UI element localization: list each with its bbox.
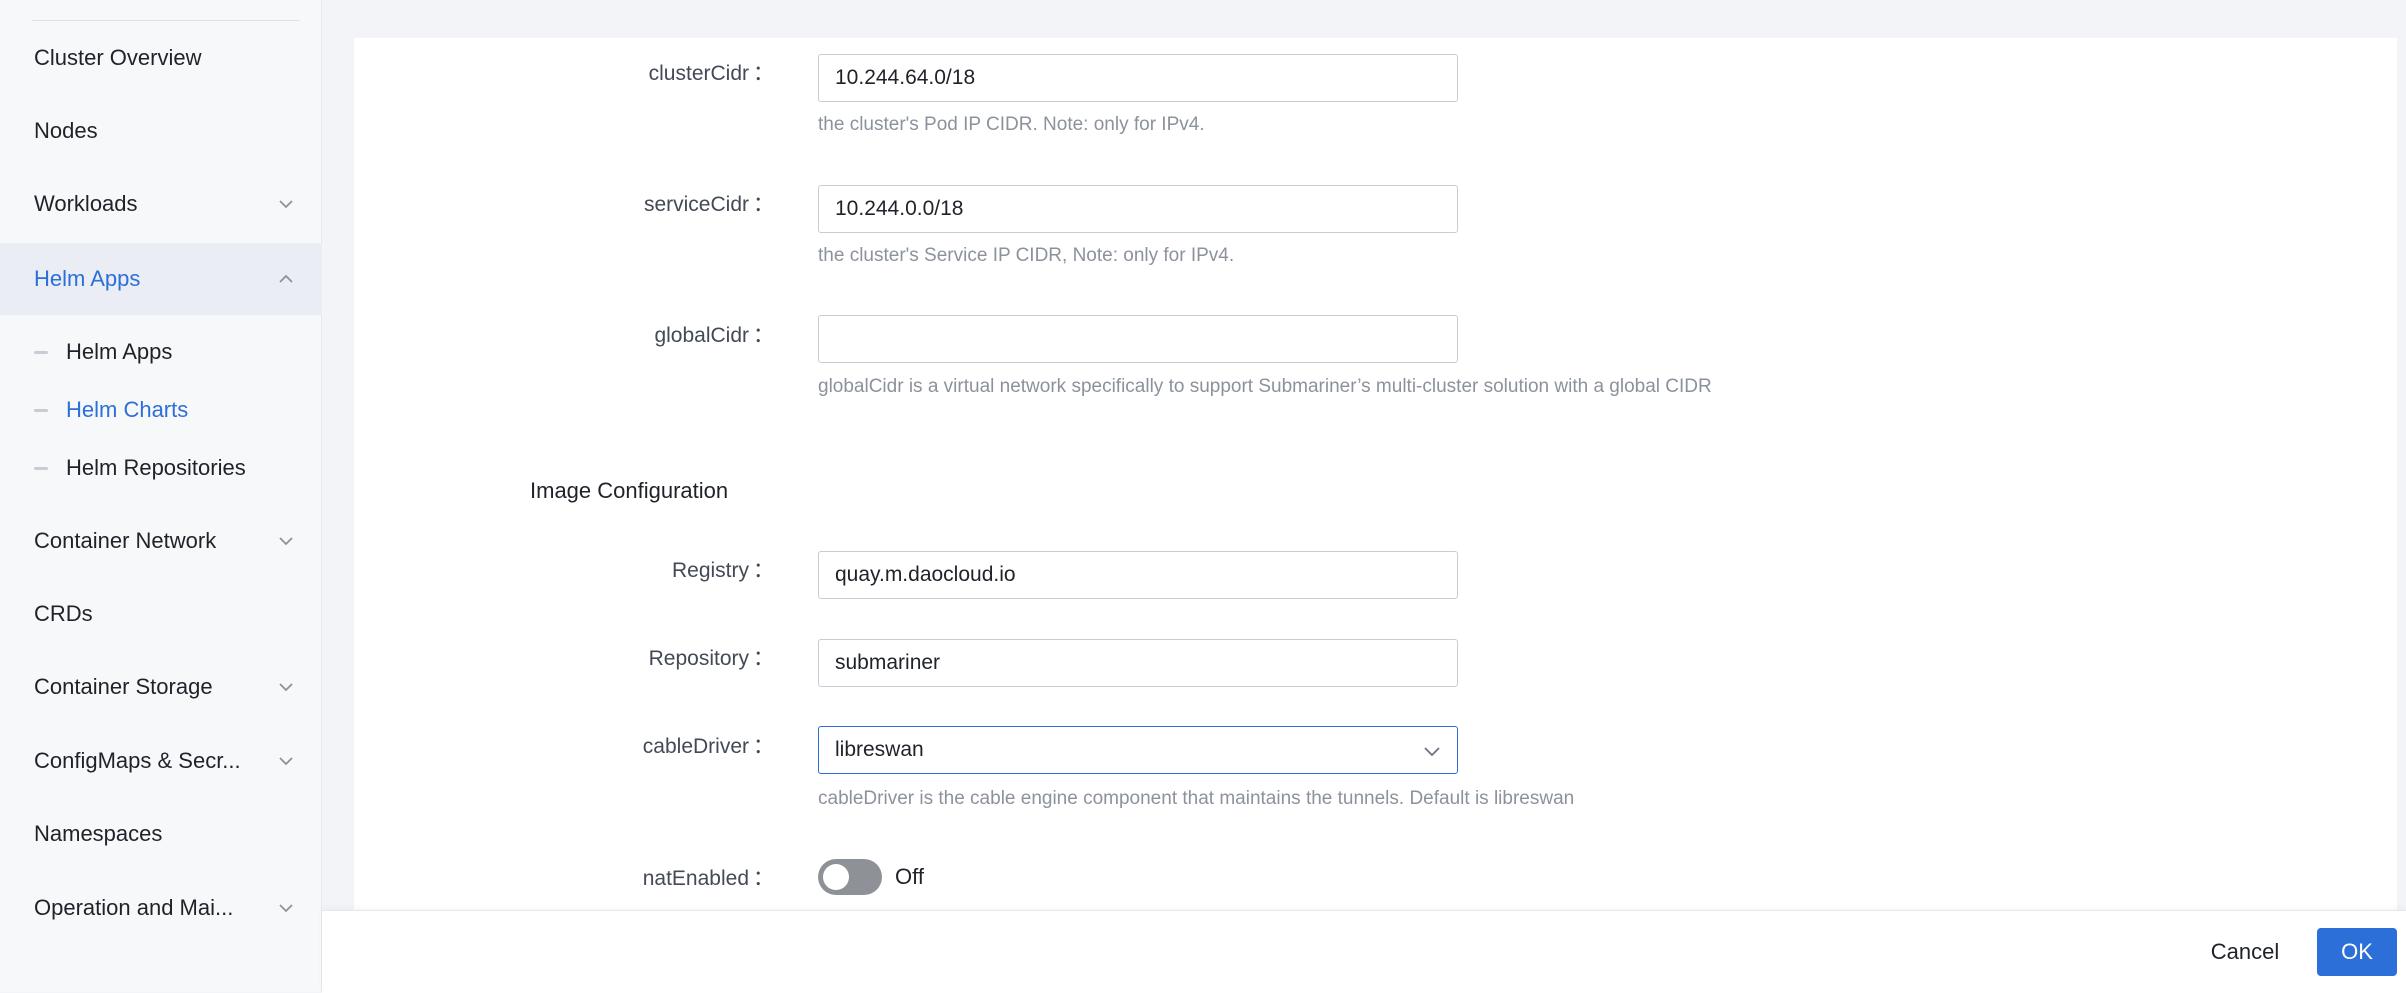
sidebar-subitem-helm-repositories[interactable]: Helm Repositories: [0, 440, 322, 496]
dialog-footer: [322, 910, 2406, 993]
chevron-down-icon: [276, 751, 296, 771]
sidebar-item-cluster-overview[interactable]: Cluster Overview: [0, 22, 322, 94]
sidebar-item-workloads[interactable]: Workloads: [0, 168, 322, 240]
cable-driver-select[interactable]: libreswan: [818, 726, 1458, 774]
dash-icon: [34, 467, 48, 470]
sidebar-item-container-storage[interactable]: Container Storage: [0, 651, 322, 723]
sidebar-item-operation-maintenance[interactable]: Operation and Mai...: [0, 872, 322, 944]
sidebar-subitem-label: Helm Charts: [66, 397, 189, 422]
sidebar-subitem-helm-apps[interactable]: Helm Apps: [0, 324, 322, 380]
cancel-button[interactable]: Cancel: [2190, 928, 2300, 976]
sidebar-item-label: Nodes: [34, 118, 98, 143]
chevron-down-icon: [276, 194, 296, 214]
sidebar-subitem-helm-charts[interactable]: Helm Charts: [0, 382, 322, 438]
service-cidr-hint: the cluster's Service IP CIDR, Note: onl…: [818, 245, 1235, 266]
cable-driver-label: cableDriver：: [642, 735, 774, 758]
chevron-down-icon: [276, 531, 296, 551]
sidebar-item-label: Helm Apps: [34, 266, 141, 291]
dash-icon: [34, 351, 48, 354]
cluster-cidr-hint: the cluster's Pod IP CIDR. Note: only fo…: [818, 114, 1205, 135]
sidebar-item-label: ConfigMaps & Secr...: [34, 748, 241, 773]
sidebar-item-crds[interactable]: CRDs: [0, 578, 322, 650]
top-strip: [322, 0, 2406, 8]
registry-label: Registry：: [671, 559, 774, 582]
chevron-up-icon: [276, 269, 296, 289]
nat-enabled-label: natEnabled：: [642, 867, 774, 890]
cable-driver-value: libreswan: [835, 738, 924, 761]
nat-enabled-toggle[interactable]: [818, 859, 882, 895]
cluster-cidr-label: clusterCidr：: [648, 62, 774, 85]
image-configuration-title: Image Configuration: [530, 478, 729, 503]
sidebar-item-namespaces[interactable]: Namespaces: [0, 798, 322, 870]
sidebar-item-nodes[interactable]: Nodes: [0, 95, 322, 167]
ok-button[interactable]: OK: [2317, 928, 2397, 976]
sidebar-subitem-label: Helm Apps: [66, 339, 173, 364]
sidebar-item-label: Namespaces: [34, 821, 163, 846]
sidebar-item-label: Container Network: [34, 528, 217, 553]
global-cidr-label: globalCidr：: [654, 324, 774, 347]
sidebar: Cluster Overview Nodes Workloads Helm Ap…: [0, 0, 322, 992]
chevron-down-icon: [276, 898, 296, 918]
sidebar-item-configmaps-secrets[interactable]: ConfigMaps & Secr...: [0, 725, 322, 797]
chevron-down-icon: [276, 677, 296, 697]
cable-driver-hint: cableDriver is the cable engine componen…: [818, 788, 1575, 809]
registry-input[interactable]: [818, 551, 1458, 599]
repository-input[interactable]: [818, 639, 1458, 687]
sidebar-item-label: Operation and Mai...: [34, 895, 234, 920]
chevron-down-icon: [1421, 740, 1443, 762]
sidebar-item-label: Cluster Overview: [34, 45, 202, 70]
sidebar-item-label: Workloads: [34, 191, 138, 216]
toggle-knob: [823, 864, 849, 890]
sidebar-subitem-label: Helm Repositories: [66, 455, 246, 480]
sidebar-divider: [32, 20, 300, 21]
sidebar-item-helm-apps[interactable]: Helm Apps: [0, 243, 322, 315]
cluster-cidr-input[interactable]: [818, 54, 1458, 102]
sidebar-item-container-network[interactable]: Container Network: [0, 505, 322, 577]
sidebar-item-label: CRDs: [34, 601, 93, 626]
repository-label: Repository：: [648, 647, 774, 670]
global-cidr-input[interactable]: [818, 315, 1458, 363]
dash-icon: [34, 409, 48, 412]
service-cidr-input[interactable]: [818, 185, 1458, 233]
form-card: [354, 38, 2397, 912]
nat-enabled-state: Off: [895, 864, 924, 889]
global-cidr-hint: globalCidr is a virtual network specific…: [818, 376, 1712, 397]
sidebar-item-label: Container Storage: [34, 674, 213, 699]
service-cidr-label: serviceCidr：: [643, 193, 774, 216]
